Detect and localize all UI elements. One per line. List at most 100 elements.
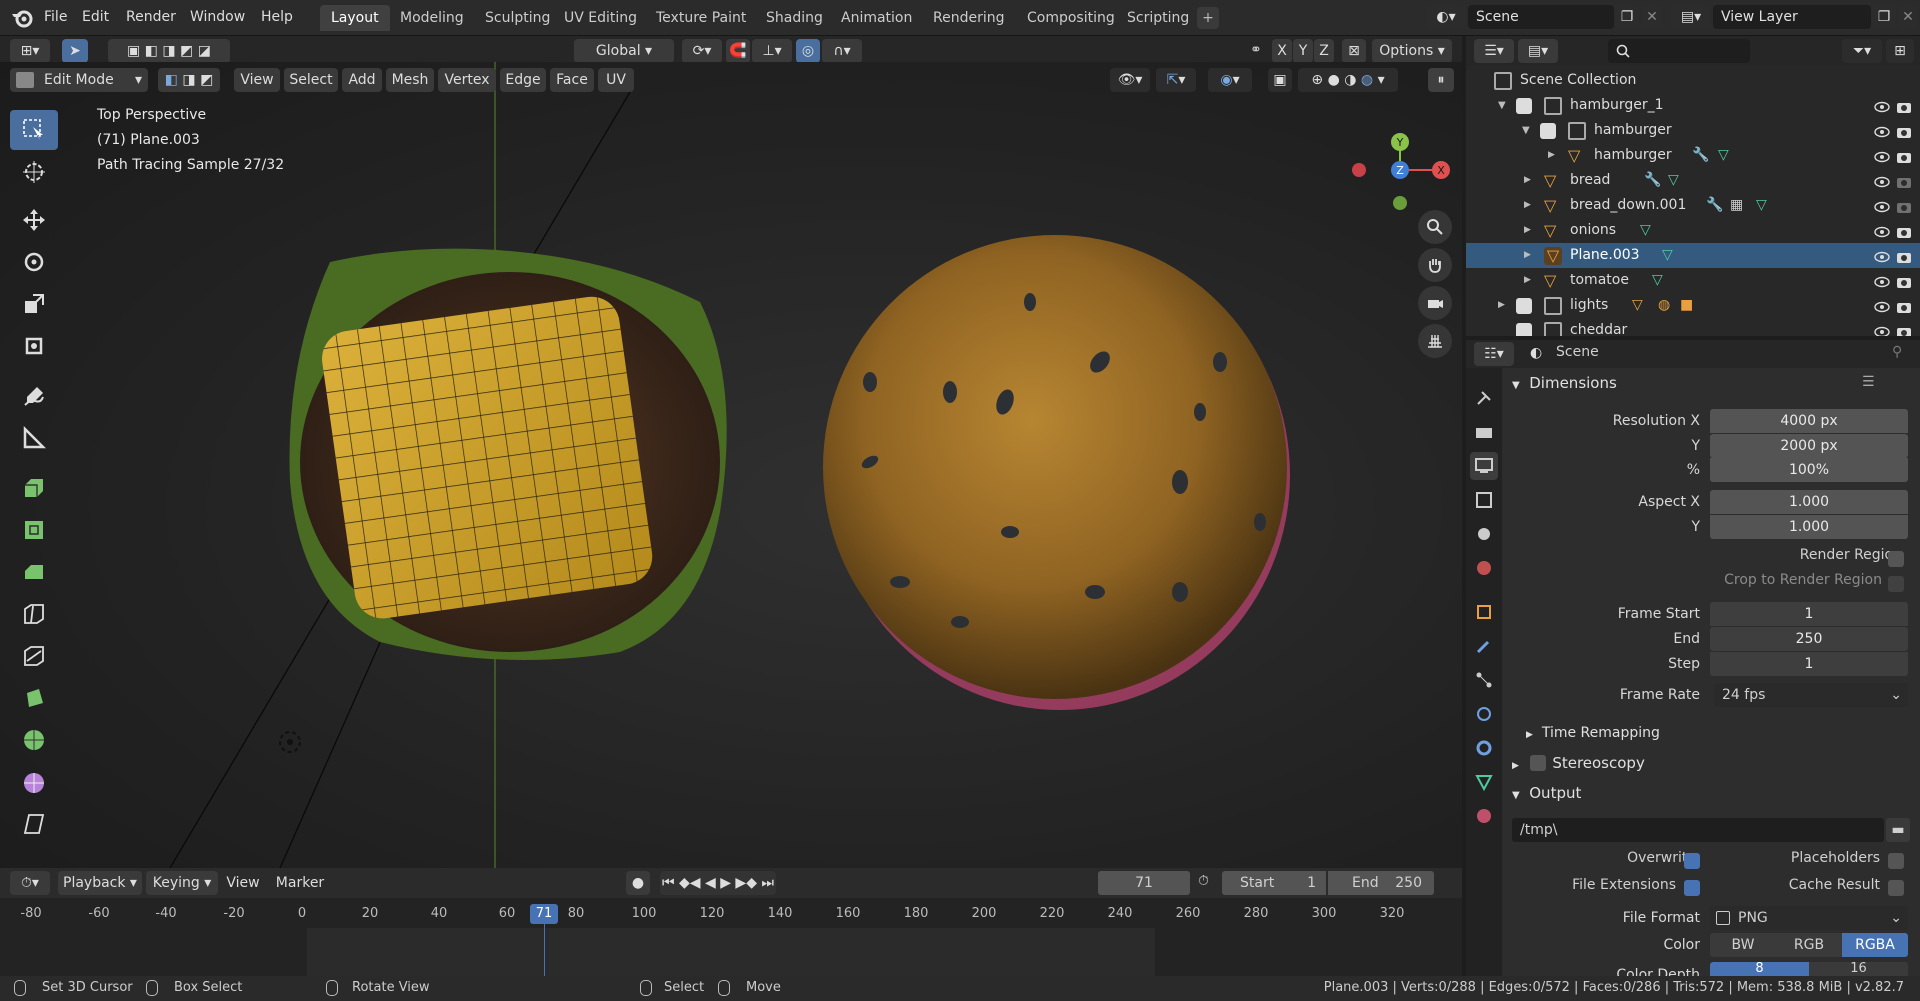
outliner-row-lights[interactable]: ▶ lights ▽ ◍ ■: [1466, 293, 1920, 318]
pivot-point-icon[interactable]: ⟳▾: [682, 39, 722, 63]
include-checkbox[interactable]: [1540, 123, 1556, 139]
outliner-row-plane-003[interactable]: ▶ ▽ Plane.003 ▽: [1466, 243, 1920, 268]
camera-render-icon[interactable]: [1896, 298, 1912, 313]
menu-vertex[interactable]: Vertex: [438, 68, 496, 92]
tab-texture-paint[interactable]: Texture Paint: [645, 5, 757, 31]
outliner-row-bread[interactable]: ▶ ▽ bread 🔧 ▽: [1466, 168, 1920, 193]
menu-add[interactable]: Add: [342, 68, 382, 92]
falloff-icon[interactable]: ∩▾: [822, 39, 862, 63]
select-mode-buttons[interactable]: ◧ ◨ ◩: [158, 68, 220, 92]
material-tab-icon[interactable]: [1470, 802, 1498, 830]
snap-target-icon[interactable]: ⊥▾: [752, 39, 792, 63]
eye-icon[interactable]: [1874, 148, 1890, 163]
loop-cut-tool-icon[interactable]: [10, 594, 58, 634]
scene-browse-button[interactable]: ◐▾: [1426, 5, 1466, 29]
tab-animation[interactable]: Animation: [830, 5, 923, 31]
scale-tool-icon[interactable]: [10, 284, 58, 324]
blender-logo-icon[interactable]: [10, 8, 34, 28]
view-layer-browse-button[interactable]: ▤▾: [1671, 5, 1711, 29]
outliner-editor-type[interactable]: ☰▾: [1474, 39, 1514, 63]
menu-view[interactable]: View: [234, 68, 280, 92]
eye-icon[interactable]: [1874, 223, 1890, 238]
snap-toggle-icon[interactable]: 🧲: [726, 39, 750, 63]
zoom-icon[interactable]: [1418, 210, 1452, 244]
tab-scripting[interactable]: Scripting: [1116, 5, 1200, 31]
eye-icon[interactable]: [1874, 173, 1890, 188]
world-tab-icon[interactable]: [1470, 554, 1498, 582]
measure-tool-icon[interactable]: [10, 418, 58, 458]
camera-render-icon[interactable]: [1896, 98, 1912, 113]
menu-select[interactable]: Select: [284, 68, 338, 92]
expand-arrow-icon[interactable]: ▶: [1524, 218, 1531, 243]
menu-edit[interactable]: Edit: [82, 6, 109, 28]
tab-sculpting[interactable]: Sculpting: [474, 5, 561, 31]
inset-tool-icon[interactable]: [10, 510, 58, 550]
axis-y-toggle[interactable]: Y: [1293, 39, 1313, 63]
ortho-grid-icon[interactable]: [1418, 324, 1452, 358]
axis-z-toggle[interactable]: Z: [1314, 39, 1334, 63]
display-mode-dropdown[interactable]: ▤▾: [1518, 39, 1558, 63]
pause-render-icon[interactable]: ⏸: [1428, 68, 1454, 92]
editor-type-button[interactable]: ⊞▾: [10, 39, 50, 63]
extrude-tool-icon[interactable]: [10, 468, 58, 508]
tab-shading[interactable]: Shading: [755, 5, 834, 31]
output-tab-icon[interactable]: [1470, 452, 1498, 480]
pan-hand-icon[interactable]: [1418, 248, 1452, 282]
expand-arrow-icon[interactable]: ▶: [1524, 168, 1531, 193]
spin-tool-icon[interactable]: [10, 720, 58, 760]
include-checkbox[interactable]: [1516, 298, 1532, 314]
object-tab-icon[interactable]: [1470, 598, 1498, 626]
view-layer-tab-icon[interactable]: [1470, 486, 1498, 514]
menu-face[interactable]: Face: [550, 68, 594, 92]
properties-editor-type[interactable]: ☷▾: [1474, 342, 1514, 366]
auto-merge-icon[interactable]: ⊠: [1342, 39, 1366, 63]
bevel-tool-icon[interactable]: [10, 552, 58, 592]
outliner-row-onions[interactable]: ▶ ▽ onions ▽: [1466, 218, 1920, 243]
new-collection-icon[interactable]: ⊞: [1886, 39, 1914, 63]
tool-tab-icon[interactable]: [1470, 384, 1498, 412]
constraints-tab-icon[interactable]: [1470, 734, 1498, 762]
camera-render-icon[interactable]: [1896, 223, 1912, 238]
smooth-tool-icon[interactable]: [10, 762, 58, 802]
include-checkbox[interactable]: [1516, 98, 1532, 114]
delete-scene-icon[interactable]: ✕: [1641, 5, 1663, 29]
tab-rendering[interactable]: Rendering: [922, 5, 1016, 31]
include-checkbox[interactable]: [1516, 323, 1532, 336]
menu-mesh[interactable]: Mesh: [386, 68, 434, 92]
scene-name-field[interactable]: Scene: [1468, 5, 1614, 29]
tab-compositing[interactable]: Compositing: [1016, 5, 1126, 31]
transform-tool-icon[interactable]: [10, 326, 58, 366]
timeline[interactable]: ⏱▾ Playback ▾ Keying ▾ View Marker ● ⏮ ◆…: [0, 868, 1462, 976]
physics-tab-icon[interactable]: [1470, 700, 1498, 728]
camera-render-icon[interactable]: [1896, 198, 1912, 213]
proportional-edit-icon[interactable]: ◎: [796, 39, 820, 63]
select-box-tool-icon[interactable]: [10, 110, 58, 150]
menu-render[interactable]: Render: [126, 6, 176, 28]
poly-build-tool-icon[interactable]: [10, 678, 58, 718]
camera-render-icon[interactable]: [1896, 148, 1912, 163]
eye-icon[interactable]: [1874, 98, 1890, 113]
menu-uv[interactable]: UV: [598, 68, 634, 92]
outliner-row-cheddar[interactable]: cheddar: [1466, 318, 1920, 336]
outliner-row-hamburger-object[interactable]: ▶ ▽ hamburger 🔧 ▽: [1466, 143, 1920, 168]
dimensions-panel-header[interactable]: ▼ Dimensions: [1512, 370, 1617, 396]
render-tab-icon[interactable]: [1470, 418, 1498, 446]
expand-arrow-icon[interactable]: ▶: [1498, 293, 1505, 318]
menu-edge[interactable]: Edge: [500, 68, 546, 92]
shading-mode-buttons[interactable]: ⊕ ● ◑ ◍ ▾: [1298, 68, 1398, 92]
expand-arrow-icon[interactable]: ▼: [1522, 118, 1530, 143]
menu-help[interactable]: Help: [261, 6, 293, 28]
select-tool-icon[interactable]: ➤: [62, 39, 88, 63]
playhead-marker[interactable]: 71: [530, 904, 558, 924]
tab-layout[interactable]: Layout: [320, 5, 390, 31]
move-tool-icon[interactable]: [10, 200, 58, 240]
transform-orientation-dropdown[interactable]: Global ▾: [574, 39, 674, 63]
add-workspace-button[interactable]: +: [1197, 7, 1219, 29]
menu-window[interactable]: Window: [190, 6, 245, 28]
mirror-icon[interactable]: ⚭: [1250, 42, 1262, 58]
expand-arrow-icon[interactable]: ▶: [1524, 268, 1531, 293]
expand-arrow-icon[interactable]: ▶: [1548, 143, 1555, 168]
cursor-tool-icon[interactable]: [10, 152, 58, 192]
eye-icon[interactable]: [1874, 198, 1890, 213]
tab-modeling[interactable]: Modeling: [389, 5, 475, 31]
